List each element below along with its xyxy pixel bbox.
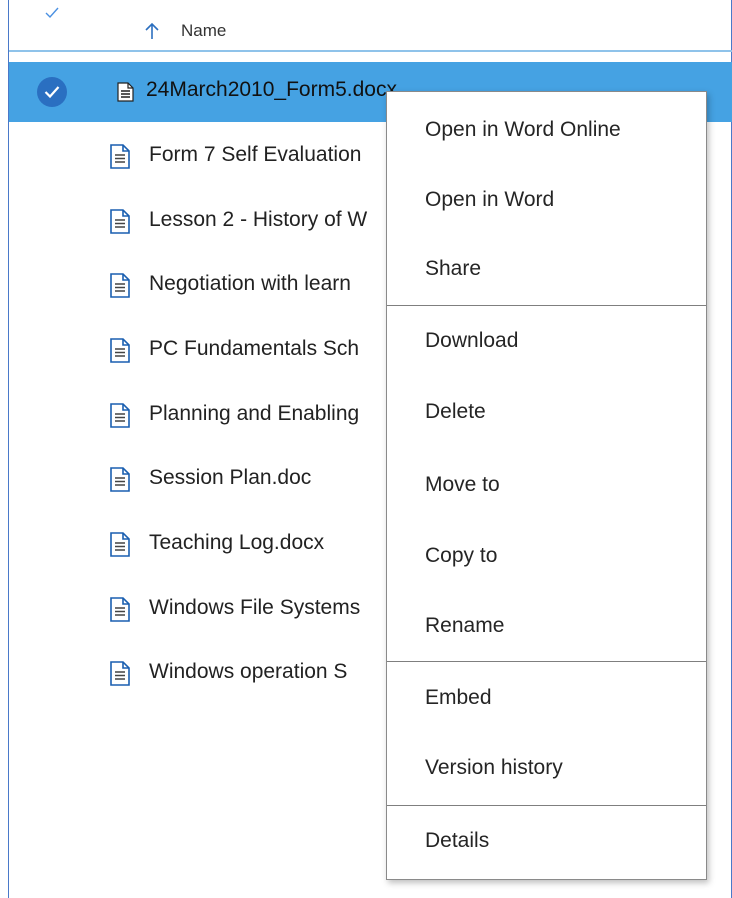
menu-details[interactable]: Details <box>387 817 706 867</box>
document-icon <box>110 467 130 492</box>
document-icon <box>110 661 130 686</box>
document-icon <box>110 338 130 363</box>
menu-open-in-word-online[interactable]: Open in Word Online <box>387 106 706 156</box>
menu-download[interactable]: Download <box>387 317 706 367</box>
list-header: Name <box>9 0 732 52</box>
menu-move-to[interactable]: Move to <box>387 461 706 511</box>
document-icon <box>110 144 130 169</box>
check-icon[interactable] <box>45 6 59 20</box>
menu-delete[interactable]: Delete <box>387 388 706 438</box>
file-name[interactable]: PC Fundamentals Sch <box>149 337 359 361</box>
file-name[interactable]: 24March2010_Form5.docx <box>146 78 397 102</box>
file-name[interactable]: Lesson 2 - History of W <box>149 208 367 232</box>
menu-separator <box>387 661 706 662</box>
document-icon <box>117 82 134 102</box>
document-icon <box>110 403 130 428</box>
selected-check-icon[interactable] <box>37 77 67 107</box>
menu-separator <box>387 805 706 806</box>
file-name[interactable]: Session Plan.doc <box>149 466 311 490</box>
document-icon <box>110 532 130 557</box>
file-name[interactable]: Teaching Log.docx <box>149 531 324 555</box>
context-menu: Open in Word Online Open in Word Share D… <box>386 91 707 880</box>
document-icon <box>110 597 130 622</box>
file-name[interactable]: Negotiation with learn <box>149 272 351 296</box>
file-name[interactable]: Form 7 Self Evaluation <box>149 143 361 167</box>
menu-share[interactable]: Share <box>387 245 706 295</box>
menu-embed[interactable]: Embed <box>387 674 706 724</box>
document-icon <box>110 273 130 298</box>
menu-rename[interactable]: Rename <box>387 602 706 652</box>
menu-separator <box>387 305 706 306</box>
document-icon <box>110 209 130 234</box>
menu-open-in-word[interactable]: Open in Word <box>387 176 706 226</box>
file-name[interactable]: Windows operation S <box>149 660 347 684</box>
menu-version-history[interactable]: Version history <box>387 744 706 794</box>
name-column-header[interactable]: Name <box>181 21 226 41</box>
arrow-up-icon[interactable] <box>144 22 160 40</box>
menu-copy-to[interactable]: Copy to <box>387 532 706 582</box>
file-name[interactable]: Windows File Systems <box>149 596 360 620</box>
file-name[interactable]: Planning and Enabling <box>149 402 359 426</box>
